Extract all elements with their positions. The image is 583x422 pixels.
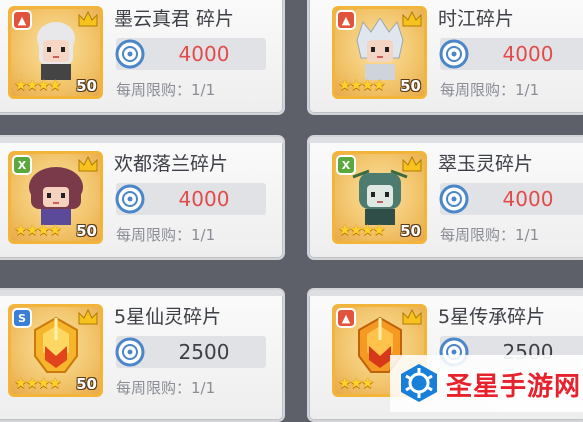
currency-coin-icon	[439, 39, 469, 69]
star-rating: ★★★★	[338, 76, 386, 94]
weekly-limit: 每周限购：1/1	[116, 81, 216, 99]
weekly-limit: 每周限购：1/1	[116, 226, 216, 244]
star-rating: ★★★★	[14, 374, 62, 392]
currency-coin-icon	[439, 184, 469, 214]
price-value: 4000	[178, 42, 230, 66]
level-label: 50	[400, 222, 421, 240]
price-value: 2500	[178, 340, 230, 364]
element-badge-icon: ▲	[336, 308, 356, 328]
element-badge-icon: ▲	[336, 10, 356, 30]
item-name: 5星传承碎片	[438, 306, 546, 328]
price-box: 4000	[439, 38, 583, 70]
crown-icon	[402, 308, 422, 325]
price-value: 4000	[502, 187, 554, 211]
price-box: 2500	[115, 336, 266, 368]
weekly-limit: 每周限购：1/1	[116, 379, 216, 397]
crown-icon	[78, 155, 98, 172]
watermark-logo-icon	[401, 364, 437, 402]
shop-item-card[interactable]: X ★★★★ 50 翠玉灵碎片 4000 每周限购：1/1	[307, 135, 583, 260]
currency-coin-icon	[115, 39, 145, 69]
price-box: 4000	[115, 183, 266, 215]
crown-icon	[402, 10, 422, 27]
star-rating: ★★★	[338, 374, 374, 392]
star-rating: ★★★★	[14, 221, 62, 239]
item-portrait: ▲ ★★★★ 50	[8, 6, 103, 99]
weekly-limit: 每周限购：1/1	[440, 226, 540, 244]
item-name: 翠玉灵碎片	[438, 153, 534, 175]
element-badge-icon: X	[336, 155, 356, 175]
price-box: 4000	[439, 183, 583, 215]
currency-coin-icon	[115, 337, 145, 367]
weekly-limit: 每周限购：1/1	[440, 81, 540, 99]
price-value: 4000	[502, 42, 554, 66]
item-name: 墨云真君 碎片	[114, 8, 235, 30]
item-portrait: ▲ ★★★★ 50	[332, 6, 427, 99]
price-box: 4000	[115, 38, 266, 70]
shop-item-card[interactable]: ▲ ★★★★ 50 时江碎片 4000 每周限购：1/1	[307, 0, 583, 115]
level-label: 50	[76, 222, 97, 240]
watermark: 圣星手游网	[390, 355, 583, 412]
element-badge-icon: X	[12, 155, 32, 175]
price-value: 4000	[178, 187, 230, 211]
item-name: 时江碎片	[438, 8, 515, 30]
item-portrait: X ★★★★ 50	[8, 151, 103, 244]
currency-coin-icon	[115, 184, 145, 214]
crown-icon	[78, 10, 98, 27]
star-rating: ★★★★	[338, 221, 386, 239]
shop-item-card[interactable]: S ★★★★ 50 5星仙灵碎片 2500 每周限购：1/1	[0, 288, 285, 422]
item-name: 5星仙灵碎片	[114, 306, 222, 328]
shop-item-card[interactable]: X ★★★★ 50 欢都落兰碎片 4000 每周限购：1/1	[0, 135, 285, 260]
level-label: 50	[76, 77, 97, 95]
item-portrait: S ★★★★ 50	[8, 304, 103, 397]
star-rating: ★★★★	[14, 76, 62, 94]
level-label: 50	[400, 77, 421, 95]
watermark-text: 圣星手游网	[446, 372, 582, 402]
level-label: 50	[76, 375, 97, 393]
element-badge-icon: ▲	[12, 10, 32, 30]
shop-item-card[interactable]: ▲ ★★★★ 50 墨云真君 碎片 4000 每周限购：1/1	[0, 0, 285, 115]
crown-icon	[402, 155, 422, 172]
crown-icon	[78, 308, 98, 325]
element-badge-icon: S	[12, 308, 32, 328]
item-name: 欢都落兰碎片	[114, 153, 229, 175]
item-portrait: X ★★★★ 50	[332, 151, 427, 244]
